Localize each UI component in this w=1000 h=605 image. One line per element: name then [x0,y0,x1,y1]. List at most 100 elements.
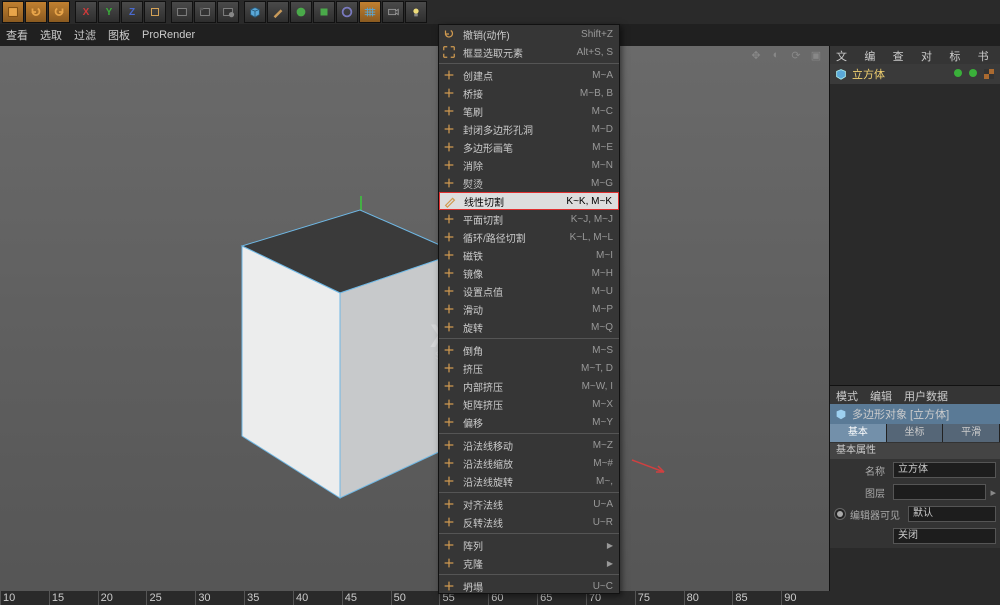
menu-item-shortcut: U~C [593,581,613,592]
axis-y-button[interactable]: Y [98,1,120,23]
menu-item-nrmscale[interactable]: 沿法线缩放M~# [439,454,619,472]
menu-item-knife[interactable]: 线性切割K~K, M~K [439,192,619,210]
subbar-prorender[interactable]: ProRender [142,29,195,41]
editorvis-field[interactable]: 默认 [908,506,996,522]
menu-item-collapse[interactable]: 坍塌U~C [439,577,619,594]
layer-field[interactable] [893,484,986,500]
ruler-tick[interactable]: 20 [98,591,147,605]
checker-icon[interactable] [984,69,994,79]
menu-item-ptcreate[interactable]: 创建点M~A [439,66,619,84]
vp-rot-icon[interactable]: ⟳ [789,48,803,62]
attr-tab-phong[interactable]: 平滑 [943,424,1000,442]
tool-undo[interactable] [25,1,47,23]
vp-move-icon[interactable]: ✥ [749,48,763,62]
ruler-tick[interactable]: 40 [293,591,342,605]
ruler-tick[interactable]: 35 [244,591,293,605]
menu-item-clone[interactable]: 克隆▶ [439,554,619,572]
menu-item-plane[interactable]: 平面切割K~J, M~J [439,210,619,228]
subbar-panel[interactable]: 图板 [108,27,130,43]
tool-new[interactable] [2,1,24,23]
ruler-tick[interactable]: 45 [342,591,391,605]
objmgr-tab-edit[interactable]: 编辑 [858,46,886,64]
menu-item-frame[interactable]: 框显选取元素Alt+S, S [439,43,619,61]
grid-button[interactable] [359,1,381,23]
menu-item-smooth[interactable]: 偏移M~Y [439,413,619,431]
ruler-tick[interactable]: 80 [684,591,733,605]
menu-item-nrmrot[interactable]: 沿法线旋转M~, [439,472,619,490]
menu-item-dissolve[interactable]: 消除M~N [439,156,619,174]
tool-render1[interactable] [171,1,193,23]
menu-item-array[interactable]: 阵列▶ [439,536,619,554]
menu-item-magnet[interactable]: 磁铁M~I [439,246,619,264]
attr-head-user[interactable]: 用户数据 [898,386,954,404]
editorvis-checkbox[interactable] [834,508,846,520]
objmgr-tab-file[interactable]: 文件 [830,46,858,64]
menu-item-close[interactable]: 封闭多边形孔洞M~D [439,120,619,138]
vp-zoom-icon[interactable]: ◐ [769,48,783,62]
menu-item-undo[interactable]: 撤销(动作)Shift+Z [439,25,619,43]
menu-item-setval[interactable]: 设置点值M~U [439,282,619,300]
objmgr-tab-tags[interactable]: 标签 [943,46,971,64]
layer-dropdown-icon[interactable]: ▸ [990,486,996,499]
menu-item-mirror[interactable]: 镜像M~H [439,264,619,282]
menu-item-bevel[interactable]: 倒角M~S [439,341,619,359]
field-button[interactable] [336,1,358,23]
ruler-tick[interactable]: 10 [0,591,49,605]
menu-item-extrude[interactable]: 挤压M~T, D [439,359,619,377]
camera-button[interactable] [382,1,404,23]
menu-item-matrix[interactable]: 矩阵挤压M~X [439,395,619,413]
timeline-ruler[interactable]: 1015202530354045505560657075808590 [0,591,830,605]
menu-item-spin[interactable]: 旋转M~Q [439,318,619,336]
menu-item-iron[interactable]: 熨烫M~G [439,174,619,192]
menu-item-label: 旋转 [463,320,585,335]
objmgr-tab-bookmark[interactable]: 书签 [972,46,1000,64]
obj-row-cube[interactable]: 立方体 [830,64,1000,84]
tool-pen[interactable] [267,1,289,23]
menu-item-slide[interactable]: 滑动M~P [439,300,619,318]
menu-item-shortcut: M~# [593,458,613,469]
axis-z-button[interactable]: Z [121,1,143,23]
axis-x-button[interactable]: X [75,1,97,23]
ruler-tick[interactable]: 75 [635,591,684,605]
menu-item-bridge[interactable]: 桥接M~B, B [439,84,619,102]
ruler-tick[interactable]: 15 [49,591,98,605]
subbar-filter[interactable]: 过滤 [74,27,96,43]
attr-head-mode[interactable]: 模式 [830,386,864,404]
generator-button[interactable] [313,1,335,23]
tool-rendersettings[interactable] [217,1,239,23]
menu-item-align[interactable]: 对齐法线U~A [439,495,619,513]
menu-item-shortcut: M~B, B [580,88,613,99]
attr-head-edit[interactable]: 编辑 [864,386,898,404]
deformer-button[interactable] [290,1,312,23]
tool-redo[interactable] [48,1,70,23]
tool-coord[interactable] [144,1,166,23]
menu-item-polypen[interactable]: 多边形画笔M~E [439,138,619,156]
subbar-select[interactable]: 选取 [40,27,62,43]
ruler-tick[interactable]: 25 [146,591,195,605]
tool-render2[interactable] [194,1,216,23]
light-button[interactable] [405,1,427,23]
menu-item-flip[interactable]: 反转法线U~R [439,513,619,531]
ruler-tick[interactable]: 90 [781,591,830,605]
vis-render-dot[interactable] [969,69,977,77]
name-field[interactable]: 立方体 [893,462,996,478]
menu-item-brush[interactable]: 笔刷M~C [439,102,619,120]
ruler-tick[interactable]: 50 [391,591,440,605]
close-field[interactable]: 关闭 [893,528,996,544]
attr-tab-basic[interactable]: 基本 [830,424,887,442]
objmgr-tab-object[interactable]: 对象 [915,46,943,64]
ruler-tick[interactable]: 85 [732,591,781,605]
subbar-view[interactable]: 查看 [6,27,28,43]
menu-item-nrmmove[interactable]: 沿法线移动M~Z [439,436,619,454]
viewport-3d[interactable]: ✥ ◐ ⟳ ▣ X / 网 system.com [0,46,830,605]
annotation-arrow-icon [630,456,670,476]
attr-tabbar: 基本 坐标 平滑 [830,424,1000,442]
vp-max-icon[interactable]: ▣ [809,48,823,62]
vis-editor-dot[interactable] [954,69,962,77]
attr-tab-coord[interactable]: 坐标 [887,424,944,442]
ruler-tick[interactable]: 30 [195,591,244,605]
menu-item-loop[interactable]: 循环/路径切割K~L, M~L [439,228,619,246]
menu-item-inner[interactable]: 内部挤压M~W, I [439,377,619,395]
prim-cube[interactable] [244,1,266,23]
objmgr-tab-view[interactable]: 查看 [887,46,915,64]
